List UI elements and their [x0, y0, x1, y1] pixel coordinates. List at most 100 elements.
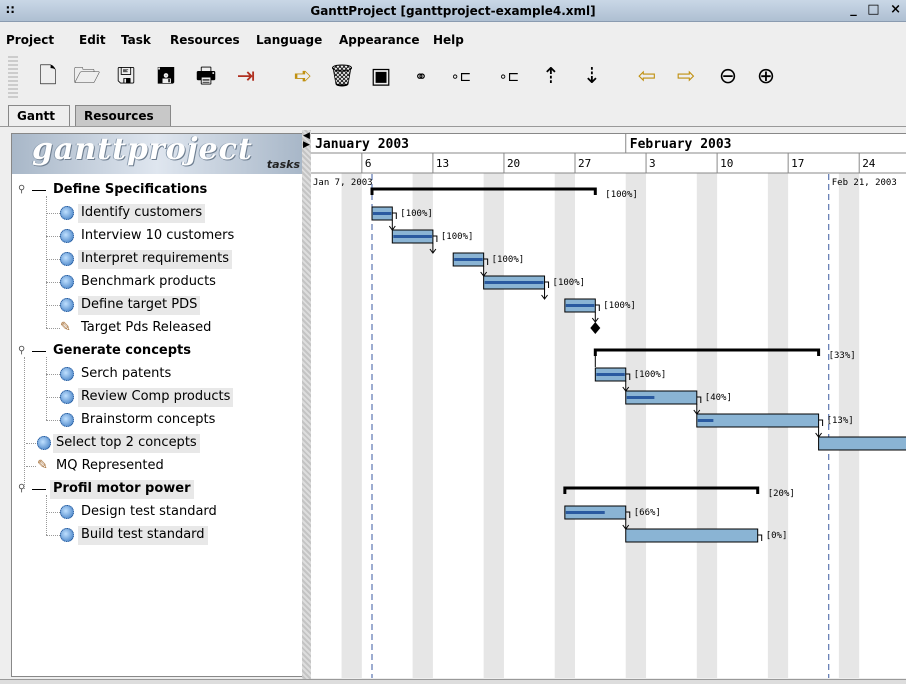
task-icon	[60, 413, 74, 427]
toolbar-grip[interactable]	[8, 56, 18, 98]
percent-label: [20%]	[768, 489, 795, 499]
menu-task[interactable]: Task	[121, 33, 151, 47]
view-tabs: Gantt Resources	[8, 105, 906, 127]
milestone-icon: ✎	[37, 458, 48, 473]
link-icon[interactable]: ⚭	[406, 62, 436, 92]
task-row[interactable]: ⚲ Profil motor power	[12, 478, 302, 501]
week-label: 6	[365, 157, 372, 170]
weekend-shade	[554, 173, 575, 678]
gantt-canvas: January 2003 February 2003 6 13 20 27 3 10 17 24 J…	[311, 134, 906, 678]
task-row[interactable]: Select top 2 concepts	[12, 432, 302, 455]
task-label-tick	[818, 419, 824, 426]
month-label: January 2003	[315, 137, 409, 152]
tree-connector	[46, 512, 60, 513]
menu-bar: Project Edit Task Resources Language App…	[0, 33, 906, 55]
tab-resources[interactable]: Resources	[75, 105, 171, 127]
expand-toggle-icon[interactable]: ⚲	[18, 345, 28, 357]
week-label: 3	[649, 157, 656, 170]
menu-language[interactable]: Language	[256, 33, 322, 47]
open-folder-icon[interactable]: 🗁	[72, 62, 102, 92]
window-controls[interactable]: _ □ ×	[850, 2, 904, 17]
ganttproject-banner: ganttproject tasks	[12, 132, 302, 174]
panel-splitter[interactable]: ◀ ▶	[302, 130, 311, 680]
tree-guide-line	[46, 357, 47, 420]
task-row[interactable]: Interpret requirements	[12, 248, 302, 271]
tab-gantt[interactable]: Gantt	[8, 105, 70, 127]
splitter-arrows-icon[interactable]: ◀ ▶	[303, 132, 310, 150]
milestone-diamond	[590, 322, 601, 334]
week-label: 13	[436, 157, 449, 170]
save-as-icon[interactable]: 🖪	[151, 62, 181, 92]
task-row[interactable]: Build test standard	[12, 524, 302, 547]
menu-edit[interactable]: Edit	[79, 33, 106, 47]
new-document-icon[interactable]: 🗋	[33, 62, 63, 92]
task-icon	[60, 206, 74, 220]
expand-toggle-icon[interactable]: ⚲	[18, 184, 28, 196]
month-label: February 2003	[630, 137, 732, 152]
task-progress	[697, 419, 714, 422]
week-label: 27	[578, 157, 591, 170]
task-icon	[37, 436, 51, 450]
task-name: Select top 2 concepts	[53, 434, 200, 453]
summary-task-icon	[32, 351, 46, 352]
task-row[interactable]: Serch patents	[12, 363, 302, 386]
task-label-tick	[432, 235, 438, 242]
task-name: Brainstorm concepts	[81, 412, 216, 427]
tree-connector	[26, 466, 36, 467]
menu-appearance[interactable]: Appearance	[339, 33, 420, 47]
zoom-out-icon[interactable]: ⊖	[713, 62, 743, 92]
save-icon[interactable]: 🖫	[111, 62, 141, 92]
task-row[interactable]: ⚲ Generate concepts	[12, 340, 302, 363]
menu-help[interactable]: Help	[433, 33, 464, 47]
task-row[interactable]: Benchmark products	[12, 271, 302, 294]
date-marker-label: Jan 7, 2003	[313, 178, 373, 188]
task-properties-icon[interactable]: ▣	[366, 62, 396, 92]
task-name: Profil motor power	[50, 480, 194, 499]
task-progress	[626, 396, 655, 399]
task-row[interactable]: Review Comp products	[12, 386, 302, 409]
task-name: Design test standard	[81, 504, 217, 519]
print-icon[interactable]: 🖶	[191, 62, 221, 92]
scroll-right-icon[interactable]: ⇨	[671, 62, 701, 92]
unindent-icon[interactable]: ⇣	[577, 62, 607, 92]
new-task-icon[interactable]: ➪	[288, 62, 318, 92]
task-icon	[60, 367, 74, 381]
window-titlebar: ∷ GanttProject [ganttproject-example4.xm…	[0, 0, 906, 22]
delete-trash-icon[interactable]: 🗑	[327, 62, 357, 92]
week-label: 20	[507, 157, 520, 170]
unlink2-icon[interactable]: ∘⊏	[494, 62, 524, 92]
menu-resources[interactable]: Resources	[170, 33, 240, 47]
scroll-left-icon[interactable]: ⇦	[632, 62, 662, 92]
task-row[interactable]: Design test standard	[12, 501, 302, 524]
week-header-bg	[311, 153, 906, 173]
task-name: Build test standard	[78, 526, 208, 545]
unlink-icon[interactable]: ∘⊏	[446, 62, 476, 92]
task-row[interactable]: Brainstorm concepts	[12, 409, 302, 432]
task-label-tick	[392, 212, 397, 219]
task-bar	[696, 413, 820, 428]
task-name: Generate concepts	[53, 343, 191, 358]
tree-connector	[46, 420, 60, 421]
percent-label: [0%]	[766, 531, 788, 541]
indent-icon[interactable]: ⇡	[536, 62, 566, 92]
task-row[interactable]: Identify customers	[12, 202, 302, 225]
task-tree-panel: ganttproject tasks ⚲ Define Specification…	[11, 132, 303, 677]
toolbar: 🗋 🗁 🖫 🖪 🖶 ⇥ ➪ 🗑 ▣ ⚭ ∘⊏ ∘⊏ ⇡ ⇣ ⇦ ⇨ ⊖ ⊕	[0, 56, 906, 98]
percent-label: [100%]	[553, 278, 586, 288]
tree-guide-line	[46, 196, 47, 328]
zoom-in-icon[interactable]: ⊕	[751, 62, 781, 92]
week-label: 17	[791, 157, 804, 170]
task-row[interactable]: ⚲ Define Specifications	[12, 179, 302, 202]
percent-label: [100%]	[441, 232, 474, 242]
task-row[interactable]: ✎ MQ Represented	[12, 455, 302, 478]
tree-connector	[46, 374, 60, 375]
task-row[interactable]: Define target PDS	[12, 294, 302, 317]
percent-label: [100%]	[605, 190, 638, 200]
exit-icon[interactable]: ⇥	[231, 62, 261, 92]
expand-toggle-icon[interactable]: ⚲	[18, 483, 28, 495]
task-row[interactable]: Interview 10 customers	[12, 225, 302, 248]
weekend-shade	[341, 173, 362, 678]
menu-project[interactable]: Project	[6, 33, 54, 47]
task-row[interactable]: ✎ Target Pds Released	[12, 317, 302, 340]
task-icon	[60, 505, 74, 519]
